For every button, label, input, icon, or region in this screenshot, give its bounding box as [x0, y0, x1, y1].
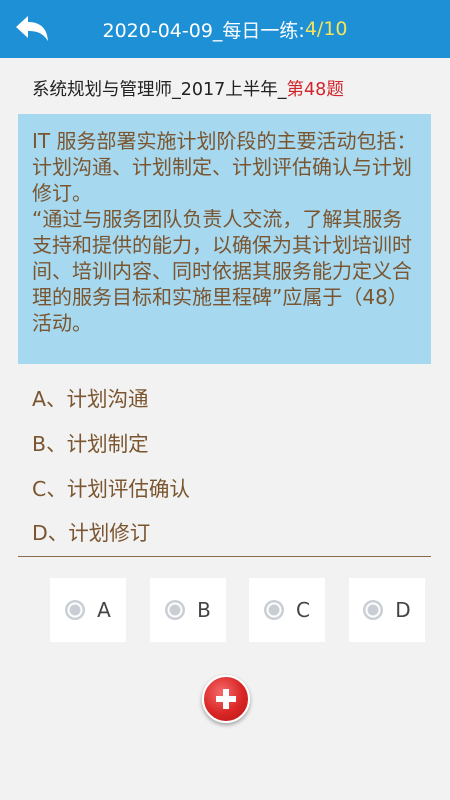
answer-button-b[interactable]: B [150, 578, 226, 642]
progress-counter: 4/10 [304, 18, 348, 40]
divider [18, 556, 431, 557]
option-c[interactable]: C、计划评估确认 [32, 472, 190, 502]
answer-letter: C [296, 598, 310, 622]
answer-button-c[interactable]: C [249, 578, 325, 642]
radio-icon [165, 600, 186, 620]
answer-button-d[interactable]: D [349, 578, 425, 642]
radio-icon [264, 600, 285, 620]
plus-icon [216, 689, 236, 709]
option-d[interactable]: D、计划修订 [32, 516, 150, 546]
add-button[interactable] [202, 675, 250, 723]
radio-icon [65, 600, 86, 620]
question-source: 系统规划与管理师_2017上半年_第48题 [32, 76, 344, 101]
answer-button-a[interactable]: A [50, 578, 126, 642]
question-box: IT 服务部署实施计划阶段的主要活动包括：计划沟通、计划制定、计划评估确认与计划… [18, 114, 431, 364]
page-title: 2020-04-09_每日一练: 4/10 [0, 0, 450, 58]
question-source-label: 系统规划与管理师_2017上半年_ [32, 80, 287, 100]
title-prefix: 2020-04-09_每日一练: [102, 19, 305, 42]
question-text-2: “通过与服务团队负责人交流，了解其服务支持和提供的能力，以确保为其计划培训时间、… [32, 207, 412, 335]
option-b[interactable]: B、计划制定 [32, 427, 149, 457]
answer-letter: B [197, 598, 211, 622]
question-text-1: IT 服务部署实施计划阶段的主要活动包括：计划沟通、计划制定、计划评估确认与计划… [32, 129, 417, 205]
question-number: 第48题 [286, 80, 344, 100]
option-a[interactable]: A、计划沟通 [32, 382, 149, 412]
answer-letter: D [395, 598, 411, 622]
radio-icon [363, 600, 384, 620]
header-bar: 2020-04-09_每日一练: 4/10 [0, 0, 450, 58]
answer-letter: A [97, 598, 111, 622]
